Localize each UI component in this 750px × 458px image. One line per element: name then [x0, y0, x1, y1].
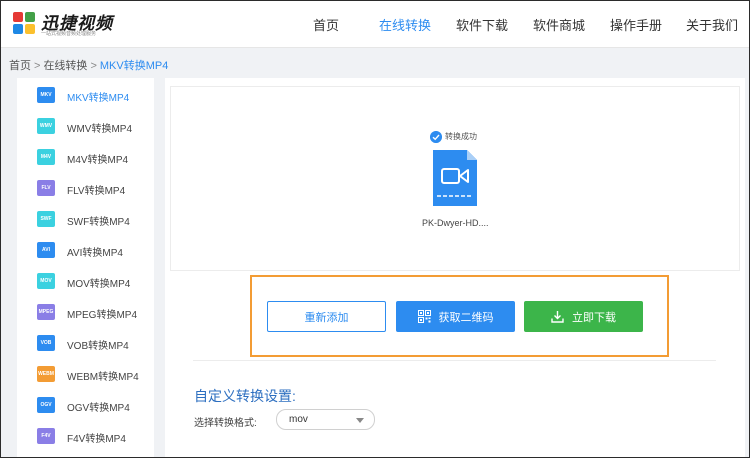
- webm-format-icon: WEBM: [37, 366, 55, 382]
- sidebar-item-f4v[interactable]: F4V F4V转换MP4: [17, 421, 154, 452]
- sidebar-item-swf[interactable]: SWF SWF转换MP4: [17, 204, 154, 235]
- sidebar-item-avi[interactable]: AVI AVI转换MP4: [17, 235, 154, 266]
- sidebar-item-ogv[interactable]: OGV OGV转换MP4: [17, 390, 154, 421]
- sidebar-item-mpeg[interactable]: MPEG MPEG转换MP4: [17, 297, 154, 328]
- breadcrumb-separator: >: [90, 60, 97, 72]
- readd-button-label: 重新添加: [304, 311, 349, 324]
- sidebar-item-label: WEBM转换MP4: [67, 372, 139, 383]
- brand-slogan: 一站式视频音频处理服务: [41, 31, 97, 37]
- format-sidebar: MKV MKV转换MP4 WMV WMV转换MP4 M4V M4V转换MP4 F…: [17, 78, 154, 458]
- flv-format-icon: FLV: [37, 180, 55, 196]
- f4v-format-icon: F4V: [37, 428, 55, 444]
- nav-about[interactable]: 关于我们: [686, 15, 738, 34]
- sidebar-item-label: SWF转换MP4: [67, 217, 130, 228]
- nav-online-convert[interactable]: 在线转换: [379, 15, 431, 34]
- wmv-format-icon: WMV: [37, 118, 55, 134]
- nav-manual[interactable]: 操作手册: [610, 15, 662, 34]
- vob-format-icon: VOB: [37, 335, 55, 351]
- status-text: 转换成功: [445, 132, 477, 141]
- sidebar-item-mov[interactable]: MOV MOV转换MP4: [17, 266, 154, 297]
- sidebar-item-label: MOV转换MP4: [67, 279, 131, 290]
- nav-software-store[interactable]: 软件商城: [533, 15, 585, 34]
- sidebar-item-label: M4V转换MP4: [67, 155, 129, 166]
- qrcode-button-label: 获取二维码: [438, 311, 494, 324]
- sidebar-item-label: FLV转换MP4: [67, 186, 126, 197]
- breadcrumb-current: MKV转换MP4: [99, 60, 169, 72]
- sidebar-item-label: OGV转换MP4: [67, 403, 130, 414]
- sidebar-item-label: AVI转换MP4: [67, 248, 123, 259]
- sidebar-item-m4v[interactable]: M4V M4V转换MP4: [17, 142, 154, 173]
- m4v-format-icon: M4V: [37, 149, 55, 165]
- check-circle-icon: [430, 131, 442, 143]
- swf-format-icon: SWF: [37, 211, 55, 227]
- sidebar-item-label: WMV转换MP4: [67, 124, 132, 135]
- format-select[interactable]: mov: [276, 409, 375, 430]
- nav-home[interactable]: 首页: [313, 15, 339, 34]
- video-file-icon: [433, 150, 477, 206]
- settings-title: 自定义转换设置:: [194, 388, 296, 404]
- breadcrumb: 首页 > 在线转换 > MKV转换MP4: [9, 57, 168, 73]
- section-divider: [193, 360, 716, 361]
- avi-format-icon: AVI: [37, 242, 55, 258]
- breadcrumb-bar: 首页 > 在线转换 > MKV转换MP4: [0, 48, 750, 78]
- logo-mark-icon: [13, 12, 35, 34]
- sidebar-item-label: MKV转换MP4: [67, 93, 130, 104]
- mpeg-format-icon: MPEG: [37, 304, 55, 320]
- sidebar-item-mkv[interactable]: MKV MKV转换MP4: [17, 80, 154, 111]
- ogv-format-icon: OGV: [37, 397, 55, 413]
- download-icon: [551, 311, 564, 323]
- sidebar-item-webm[interactable]: WEBM WEBM转换MP4: [17, 359, 154, 390]
- mkv-format-icon: MKV: [37, 87, 55, 103]
- format-select-value: mov: [289, 414, 308, 425]
- breadcrumb-home[interactable]: 首页: [9, 60, 31, 72]
- sidebar-item-flv[interactable]: FLV FLV转换MP4: [17, 173, 154, 204]
- breadcrumb-section[interactable]: 在线转换: [43, 60, 87, 72]
- site-logo[interactable]: 迅捷视频 一站式视频音频处理服务: [11, 8, 121, 38]
- breadcrumb-separator: >: [34, 60, 41, 72]
- get-qrcode-button[interactable]: 获取二维码: [396, 301, 515, 332]
- sidebar-item-label: VOB转换MP4: [67, 341, 129, 352]
- readd-button[interactable]: 重新添加: [267, 301, 386, 332]
- mov-format-icon: MOV: [37, 273, 55, 289]
- format-label: 选择转换格式:: [194, 418, 257, 429]
- sidebar-item-label: MPEG转换MP4: [67, 310, 138, 321]
- sidebar-item-vob[interactable]: VOB VOB转换MP4: [17, 328, 154, 359]
- chevron-down-icon: [356, 418, 364, 423]
- qrcode-icon: [417, 310, 431, 323]
- download-button[interactable]: 立即下载: [524, 301, 643, 332]
- site-header: 迅捷视频 一站式视频音频处理服务 首页 在线转换 软件下载 软件商城 操作手册 …: [0, 0, 750, 48]
- sidebar-item-wmv[interactable]: WMV WMV转换MP4: [17, 111, 154, 142]
- download-button-label: 立即下载: [572, 311, 616, 324]
- nav-software-download[interactable]: 软件下载: [456, 15, 508, 34]
- sidebar-item-label: F4V转换MP4: [67, 434, 126, 445]
- file-name: PK-Dwyer-HD....: [422, 218, 489, 228]
